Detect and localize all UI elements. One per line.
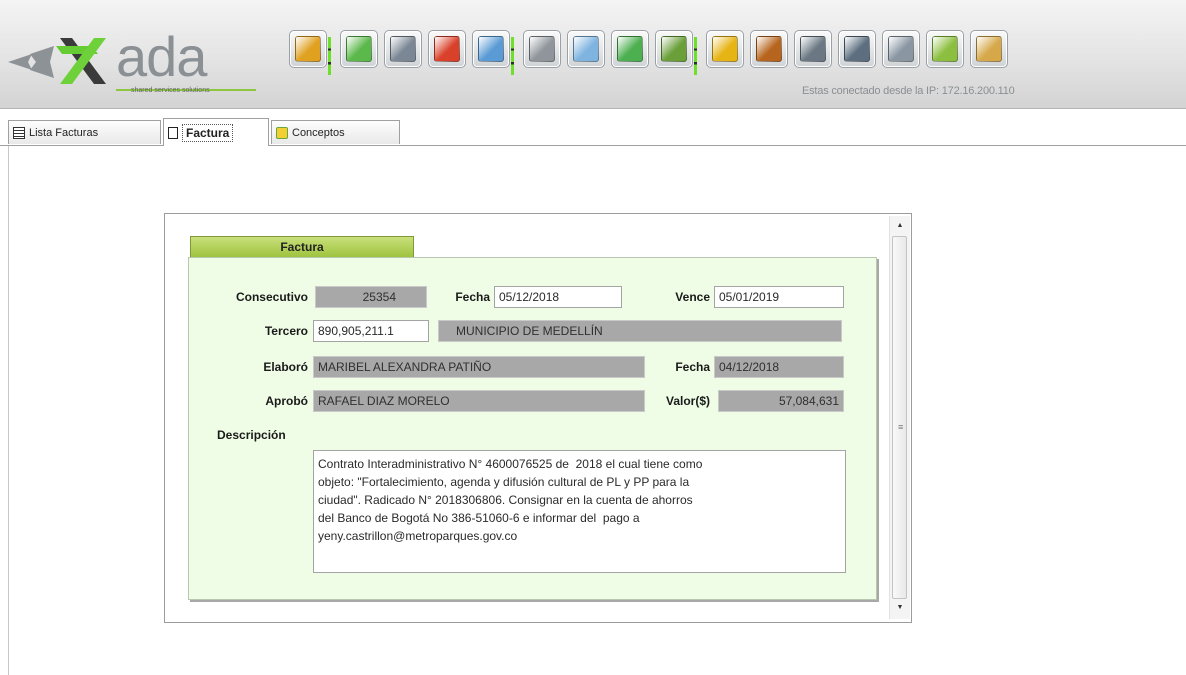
grip-icon: ≡ [898, 422, 904, 432]
grid-icon [844, 36, 870, 62]
toolbar-separator [694, 37, 697, 75]
preview-button[interactable] [567, 30, 605, 68]
settings-button[interactable] [926, 30, 964, 68]
aprobo-field: RAFAEL DIAZ MORELO [313, 390, 645, 412]
cart-button[interactable] [882, 30, 920, 68]
camera-button[interactable] [794, 30, 832, 68]
export-icon [617, 36, 643, 62]
toolbar-separator [328, 37, 331, 75]
logo-tagline: shared services solutions [131, 87, 210, 94]
elaboro-field: MARIBEL ALEXANDRA PATIÑO [313, 356, 645, 378]
users-icon [976, 36, 1002, 62]
tab-conceptos[interactable]: Conceptos [271, 120, 400, 144]
descripcion-label: Descripción [217, 428, 286, 442]
delete-icon [434, 36, 460, 62]
app-header: ada shared services solutions Estas cone… [0, 0, 1186, 109]
undo-icon [478, 36, 504, 62]
print-button[interactable] [523, 30, 561, 68]
aprobo-label: Aprobó [265, 394, 308, 408]
tab-factura[interactable]: Factura [163, 118, 269, 146]
fecha-label: Fecha [455, 290, 490, 304]
undo-button[interactable] [472, 30, 510, 68]
new-document-icon [346, 36, 372, 62]
users-button[interactable] [970, 30, 1008, 68]
elaboro-label: Elaboró [263, 360, 308, 374]
document-icon [168, 126, 178, 139]
scroll-up-icon[interactable]: ▲ [890, 218, 910, 234]
delete-button[interactable] [428, 30, 466, 68]
vence-field[interactable]: 05/01/2019 [714, 286, 844, 308]
consecutivo-label: Consecutivo [235, 290, 308, 304]
tab-lista-facturas[interactable]: Lista Facturas [8, 120, 161, 144]
tab-label: Lista Facturas [29, 126, 99, 139]
tercero-name-field: MUNICIPIO DE MEDELLÍN [438, 320, 842, 342]
open-folder-icon [295, 36, 321, 62]
lock-icon [712, 36, 738, 62]
valor-label: Valor($) [665, 394, 710, 408]
grid-button[interactable] [838, 30, 876, 68]
list-icon [13, 126, 25, 139]
tab-bar: Lista Facturas Factura Conceptos [0, 118, 1186, 146]
money-bag-button[interactable] [750, 30, 788, 68]
export-button[interactable] [611, 30, 649, 68]
settings-icon [932, 36, 958, 62]
tercero-label: Tercero [264, 324, 308, 338]
open-folder-button[interactable] [289, 30, 327, 68]
tab-label: Conceptos [292, 126, 345, 139]
fecha-elaboracion-field: 04/12/2018 [714, 356, 844, 378]
concepts-icon [276, 126, 288, 139]
scroll-down-icon[interactable]: ▼ [890, 600, 910, 616]
print-icon [529, 36, 555, 62]
import-button[interactable] [655, 30, 693, 68]
consecutivo-field: 25354 [315, 286, 427, 308]
vertical-scrollbar[interactable]: ▲ ≡ ▼ [889, 216, 910, 619]
save-icon [390, 36, 416, 62]
fecha-field[interactable]: 05/12/2018 [494, 286, 622, 308]
tercero-id-field[interactable]: 890,905,211.1 [313, 320, 429, 342]
valor-field: 57,084,631 [718, 390, 844, 412]
connection-status: Estas conectado desde la IP: 172.16.200.… [802, 85, 1015, 97]
section-title: Factura [190, 236, 414, 258]
vence-label: Vence [675, 290, 710, 304]
money-bag-icon [756, 36, 782, 62]
lock-button[interactable] [706, 30, 744, 68]
import-icon [661, 36, 687, 62]
cart-icon [888, 36, 914, 62]
preview-icon [573, 36, 599, 62]
new-document-button[interactable] [340, 30, 378, 68]
toolbar-separator [511, 37, 514, 75]
tab-label: Factura [182, 123, 234, 142]
content-border [8, 146, 9, 675]
save-button[interactable] [384, 30, 422, 68]
scrollbar-thumb[interactable]: ≡ [892, 236, 907, 599]
descripcion-textarea[interactable]: Contrato Interadministrativo N° 46000765… [313, 450, 846, 573]
camera-icon [800, 36, 826, 62]
svg-text:ada: ada [116, 25, 208, 88]
fecha-elaboracion-label: Fecha [675, 360, 710, 374]
